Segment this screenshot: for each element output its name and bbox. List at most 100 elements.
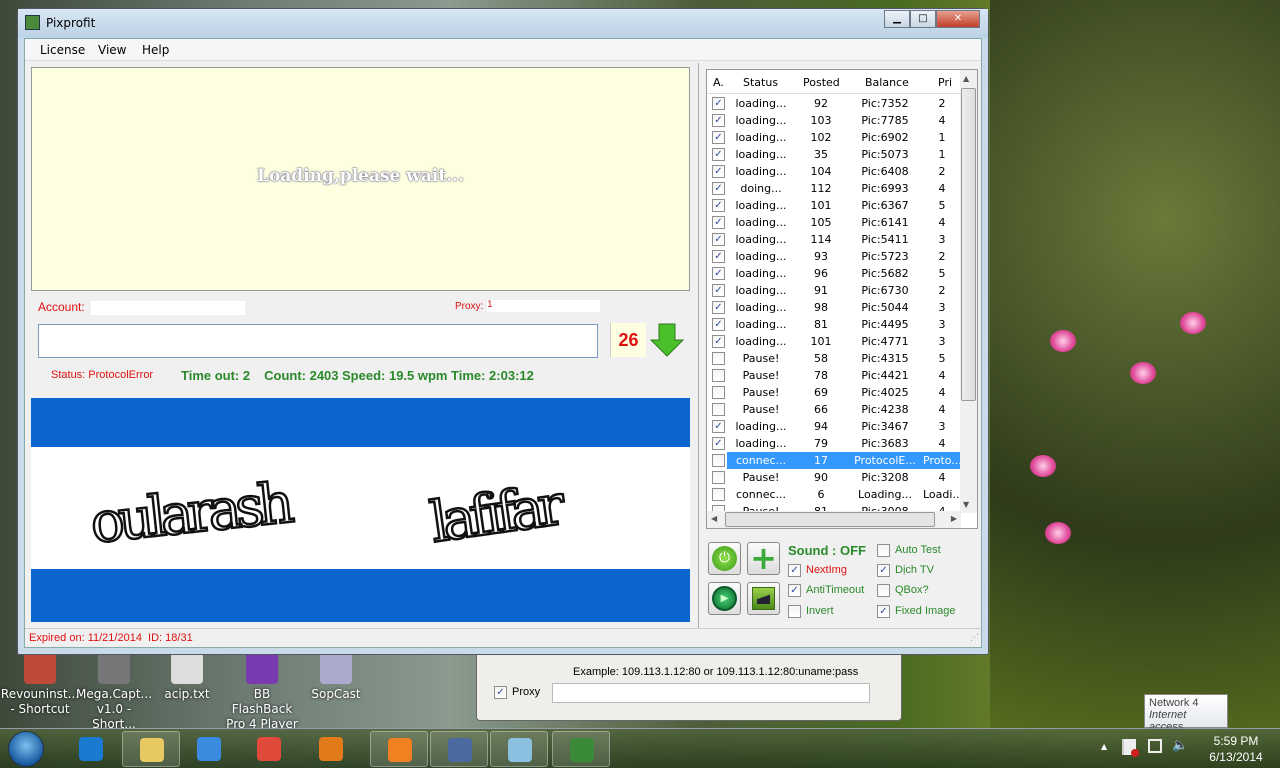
taskbar-media-player[interactable] [180, 731, 238, 767]
resize-grip[interactable]: ⋰ [970, 633, 979, 643]
desktop-icon[interactable]: BB FlashBack Pro 4 Player [222, 652, 302, 732]
row-checkbox[interactable]: ✓ [712, 148, 725, 161]
option-checkbox[interactable] [877, 544, 890, 557]
list-row[interactable]: connec... 17 ProtocolE... Proto... [707, 452, 962, 469]
row-checkbox[interactable]: ✓ [712, 420, 725, 433]
list-row[interactable]: ✓ loading... 98 Pic:5044 3 [707, 299, 961, 316]
taskbar-internet-explorer[interactable] [62, 731, 120, 767]
row-checkbox[interactable]: ✓ [712, 318, 725, 331]
volume-icon[interactable]: 🔈 [1172, 738, 1188, 753]
network-icon[interactable] [1148, 739, 1162, 753]
row-checkbox[interactable]: ✓ [712, 301, 725, 314]
desktop-icon[interactable]: Mega.Capt... v1.0 - Short... [74, 652, 154, 732]
desktop-icon[interactable]: Revouninst... - Shortcut [0, 652, 80, 717]
list-row[interactable]: ✓ loading... 91 Pic:6730 2 [707, 282, 961, 299]
taskbar-explorer[interactable] [122, 731, 180, 767]
list-row[interactable]: ✓ loading... 92 Pic:7352 2 [707, 95, 961, 112]
option-checkbox[interactable] [877, 584, 890, 597]
close-button[interactable]: ✕ [936, 10, 980, 28]
row-checkbox[interactable]: ✓ [712, 131, 725, 144]
desktop-icon[interactable]: acip.txt [147, 652, 227, 702]
list-row[interactable]: ✓ loading... 104 Pic:6408 2 [707, 163, 961, 180]
list-row[interactable]: ✓ loading... 101 Pic:4771 3 [707, 333, 961, 350]
proxy-checkbox[interactable]: ✓ [494, 686, 507, 699]
taskbar-app-window[interactable] [430, 731, 488, 767]
row-checkbox[interactable]: ✓ [712, 233, 725, 246]
minimize-button[interactable]: ▁ [884, 10, 910, 28]
arrow-down-icon[interactable] [649, 322, 685, 358]
col-a[interactable]: A. [713, 76, 724, 89]
list-row[interactable]: Pause! 66 Pic:4238 4 [707, 401, 961, 418]
row-checkbox[interactable] [712, 403, 725, 416]
taskbar-code[interactable] [552, 731, 610, 767]
list-row[interactable]: ✓ loading... 94 Pic:3467 3 [707, 418, 961, 435]
power-button[interactable]: ⏻ [708, 542, 741, 575]
col-posted[interactable]: Posted [803, 76, 840, 89]
row-checkbox[interactable] [712, 454, 725, 467]
list-row[interactable]: ✓ loading... 79 Pic:3683 4 [707, 435, 961, 452]
row-checkbox[interactable] [712, 386, 725, 399]
list-row[interactable]: ✓ loading... 96 Pic:5682 5 [707, 265, 961, 282]
option-checkbox[interactable]: ✓ [877, 564, 890, 577]
row-checkbox[interactable]: ✓ [712, 216, 725, 229]
vertical-scrollbar[interactable]: ▲ ▼ [960, 70, 977, 513]
row-checkbox[interactable]: ✓ [712, 165, 725, 178]
splitter[interactable] [698, 63, 699, 628]
list-row[interactable]: ✓ loading... 114 Pic:5411 3 [707, 231, 961, 248]
start-button[interactable] [8, 731, 44, 767]
list-row[interactable]: ✓ loading... 81 Pic:4495 3 [707, 316, 961, 333]
list-row[interactable]: ✓ loading... 102 Pic:6902 1 [707, 129, 961, 146]
image-button[interactable] [747, 582, 780, 615]
row-checkbox[interactable]: ✓ [712, 114, 725, 127]
list-row[interactable]: Pause! 78 Pic:4421 4 [707, 367, 961, 384]
list-row[interactable]: ✓ loading... 35 Pic:5073 1 [707, 146, 961, 163]
col-pri[interactable]: Pri [938, 76, 952, 89]
clock[interactable]: 5:59 PM 6/13/2014 [1196, 733, 1276, 765]
row-checkbox[interactable]: ✓ [712, 437, 725, 450]
sound-toggle[interactable]: Sound : OFF [788, 543, 866, 558]
add-button[interactable]: + [747, 542, 780, 575]
col-status[interactable]: Status [743, 76, 778, 89]
row-checkbox[interactable]: ✓ [712, 182, 725, 195]
option-checkbox[interactable]: ✓ [788, 584, 801, 597]
option-checkbox[interactable]: ✓ [877, 605, 890, 618]
row-checkbox[interactable]: ✓ [712, 250, 725, 263]
row-checkbox[interactable]: ✓ [712, 335, 725, 348]
scroll-thumb[interactable] [961, 88, 976, 401]
option-checkbox[interactable]: ✓ [788, 564, 801, 577]
list-row[interactable]: connec... 6 Loading... Loadi... [707, 486, 963, 503]
taskbar-chrome[interactable] [240, 731, 298, 767]
row-checkbox[interactable] [712, 488, 725, 501]
taskbar-firefox[interactable] [302, 731, 360, 767]
action-center-icon[interactable] [1122, 739, 1139, 757]
list-row[interactable]: ✓ doing... 112 Pic:6993 4 [707, 180, 961, 197]
menu-help[interactable]: Help [142, 43, 169, 57]
captcha-answer-input[interactable] [38, 324, 598, 358]
row-checkbox[interactable]: ✓ [712, 97, 725, 110]
menu-view[interactable]: View [98, 43, 126, 57]
row-checkbox[interactable]: ✓ [712, 267, 725, 280]
play-button[interactable]: ▶ [708, 582, 741, 615]
taskbar-vlc[interactable] [370, 731, 428, 767]
list-row[interactable]: ✓ loading... 101 Pic:6367 5 [707, 197, 961, 214]
row-checkbox[interactable] [712, 352, 725, 365]
row-checkbox[interactable] [712, 369, 725, 382]
list-row[interactable]: ✓ loading... 103 Pic:7785 4 [707, 112, 961, 129]
title-bar[interactable]: Pixprofit ▁ □ ✕ [18, 9, 988, 38]
tray-up-arrow[interactable]: ▲ [1101, 742, 1107, 751]
desktop-icon[interactable]: SopCast [296, 652, 376, 702]
maximize-button[interactable]: □ [910, 10, 936, 28]
proxy-input[interactable] [552, 683, 870, 703]
row-checkbox[interactable]: ✓ [712, 284, 725, 297]
list-row[interactable]: Pause! 90 Pic:3208 4 [707, 469, 961, 486]
col-balance[interactable]: Balance [865, 76, 909, 89]
menu-license[interactable]: License [40, 43, 85, 57]
hscroll-thumb[interactable] [725, 512, 935, 527]
row-checkbox[interactable]: ✓ [712, 199, 725, 212]
option-checkbox[interactable] [788, 605, 801, 618]
list-row[interactable]: Pause! 58 Pic:4315 5 [707, 350, 961, 367]
list-row[interactable]: Pause! 69 Pic:4025 4 [707, 384, 961, 401]
list-row[interactable]: ✓ loading... 105 Pic:6141 4 [707, 214, 961, 231]
list-row[interactable]: ✓ loading... 93 Pic:5723 2 [707, 248, 961, 265]
horizontal-scrollbar[interactable]: ◀ ▶ [707, 511, 961, 528]
